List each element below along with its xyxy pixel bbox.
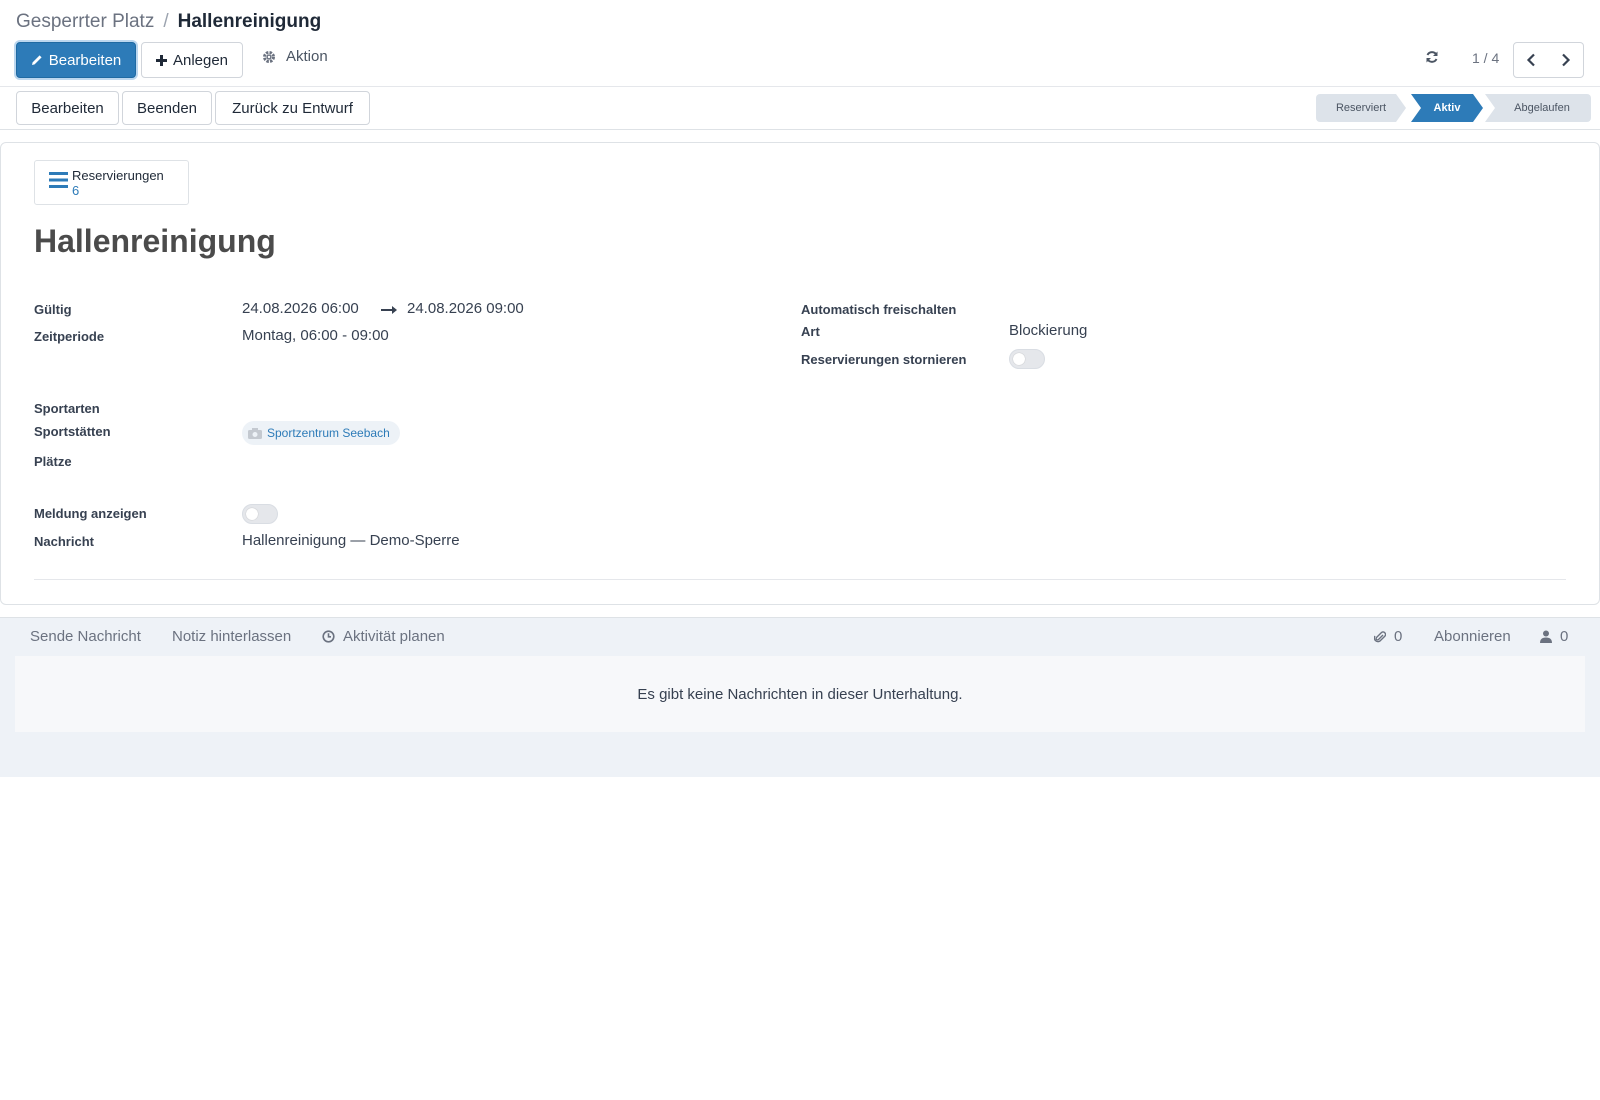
nachricht-value[interactable]: Hallenreinigung — Demo-Sperre (242, 532, 460, 549)
meldung-toggle[interactable] (242, 504, 278, 524)
back-to-draft-button[interactable]: Zurück zu Entwurf (215, 91, 370, 125)
refresh-icon[interactable] (1425, 50, 1439, 69)
create-button[interactable]: Anlegen (141, 42, 243, 78)
arrow-right-icon (381, 306, 397, 314)
create-button-label: Anlegen (172, 51, 229, 69)
action-menu[interactable]: Aktion (262, 48, 328, 65)
attachments-count: 0 (1394, 628, 1403, 645)
breadcrumb-parent[interactable]: Gesperrter Platz (16, 11, 154, 33)
schedule-activity-label: Aktivität planen (343, 628, 445, 645)
breadcrumb: Gesperrter Platz / Hallenreinigung (16, 11, 321, 33)
clock-icon (322, 630, 335, 643)
paperclip-icon (1374, 630, 1386, 642)
send-message-button[interactable]: Sende Nachricht (30, 628, 141, 645)
form-sheet: Reservierungen 6 Hallenreinigung Gültig … (0, 142, 1600, 605)
gueltig-to-value[interactable]: 24.08.2026 09:00 (407, 300, 524, 317)
art-value[interactable]: Blockierung (1009, 322, 1087, 339)
edit-button-label: Bearbeiten (48, 51, 122, 69)
edit-button[interactable]: Bearbeiten (16, 42, 136, 78)
sportstaetten-tag-label: Sportzentrum Seebach (267, 426, 390, 440)
list-icon (49, 172, 68, 193)
gueltig-label: Gültig (34, 302, 72, 317)
storno-toggle[interactable] (1009, 349, 1045, 369)
chevron-left-icon (1526, 53, 1535, 67)
header-divider (0, 86, 1600, 87)
record-title[interactable]: Hallenreinigung (34, 223, 276, 260)
chatter: Sende Nachricht Notiz hinterlassen Aktiv… (0, 617, 1600, 777)
schedule-activity-button[interactable]: Aktivität planen (322, 628, 445, 645)
zeitperiode-value[interactable]: Montag, 06:00 - 09:00 (242, 327, 389, 344)
reservations-smart-button[interactable]: Reservierungen 6 (34, 160, 189, 205)
sheet-divider (34, 579, 1566, 580)
pager-value[interactable]: 1 / 4 (1472, 50, 1499, 66)
attachments-button[interactable]: 0 (1374, 628, 1402, 645)
auto-unlock-label: Automatisch freischalten (801, 302, 957, 317)
meldung-label: Meldung anzeigen (34, 506, 147, 521)
pager-next-button[interactable] (1548, 42, 1584, 78)
follow-button[interactable]: Abonnieren (1434, 628, 1511, 645)
status-stage-abgelaufen[interactable]: Abgelaufen (1485, 94, 1591, 122)
end-button[interactable]: Beenden (122, 91, 212, 125)
nachricht-label: Nachricht (34, 534, 94, 549)
sportarten-label: Sportarten (34, 401, 100, 416)
smart-button-value: 6 (72, 182, 80, 198)
action-menu-label: Aktion (286, 48, 328, 65)
gear-icon (263, 50, 275, 63)
control-panel: Gesperrter Platz / Hallenreinigung Bearb… (0, 0, 1600, 130)
chevron-right-icon (1561, 53, 1570, 67)
camera-icon (248, 427, 262, 439)
status-edit-button[interactable]: Bearbeiten (16, 91, 119, 125)
storno-label: Reservierungen stornieren (801, 352, 967, 367)
user-icon (1540, 630, 1552, 643)
followers-button[interactable]: 0 (1540, 628, 1568, 645)
followers-count: 0 (1560, 628, 1569, 645)
plaetze-label: Plätze (34, 454, 72, 469)
sportstaetten-tag[interactable]: Sportzentrum Seebach (242, 421, 400, 445)
status-stage-reserviert[interactable]: Reserviert (1316, 94, 1406, 122)
plus-icon (155, 54, 167, 66)
breadcrumb-separator: / (163, 11, 169, 32)
gueltig-from-value[interactable]: 24.08.2026 06:00 (242, 300, 359, 317)
smart-button-label: Reservierungen (72, 167, 164, 183)
pencil-icon (31, 55, 42, 65)
sportstaetten-label: Sportstätten (34, 424, 111, 439)
zeitperiode-label: Zeitperiode (34, 329, 105, 344)
breadcrumb-current: Hallenreinigung (177, 11, 322, 32)
status-stage-aktiv[interactable]: Aktiv (1411, 94, 1483, 122)
pager-previous-button[interactable] (1513, 42, 1549, 78)
log-note-button[interactable]: Notiz hinterlassen (172, 628, 291, 645)
chatter-empty-message: Es gibt keine Nachrichten in dieser Unte… (15, 656, 1585, 732)
art-label: Art (801, 324, 820, 339)
